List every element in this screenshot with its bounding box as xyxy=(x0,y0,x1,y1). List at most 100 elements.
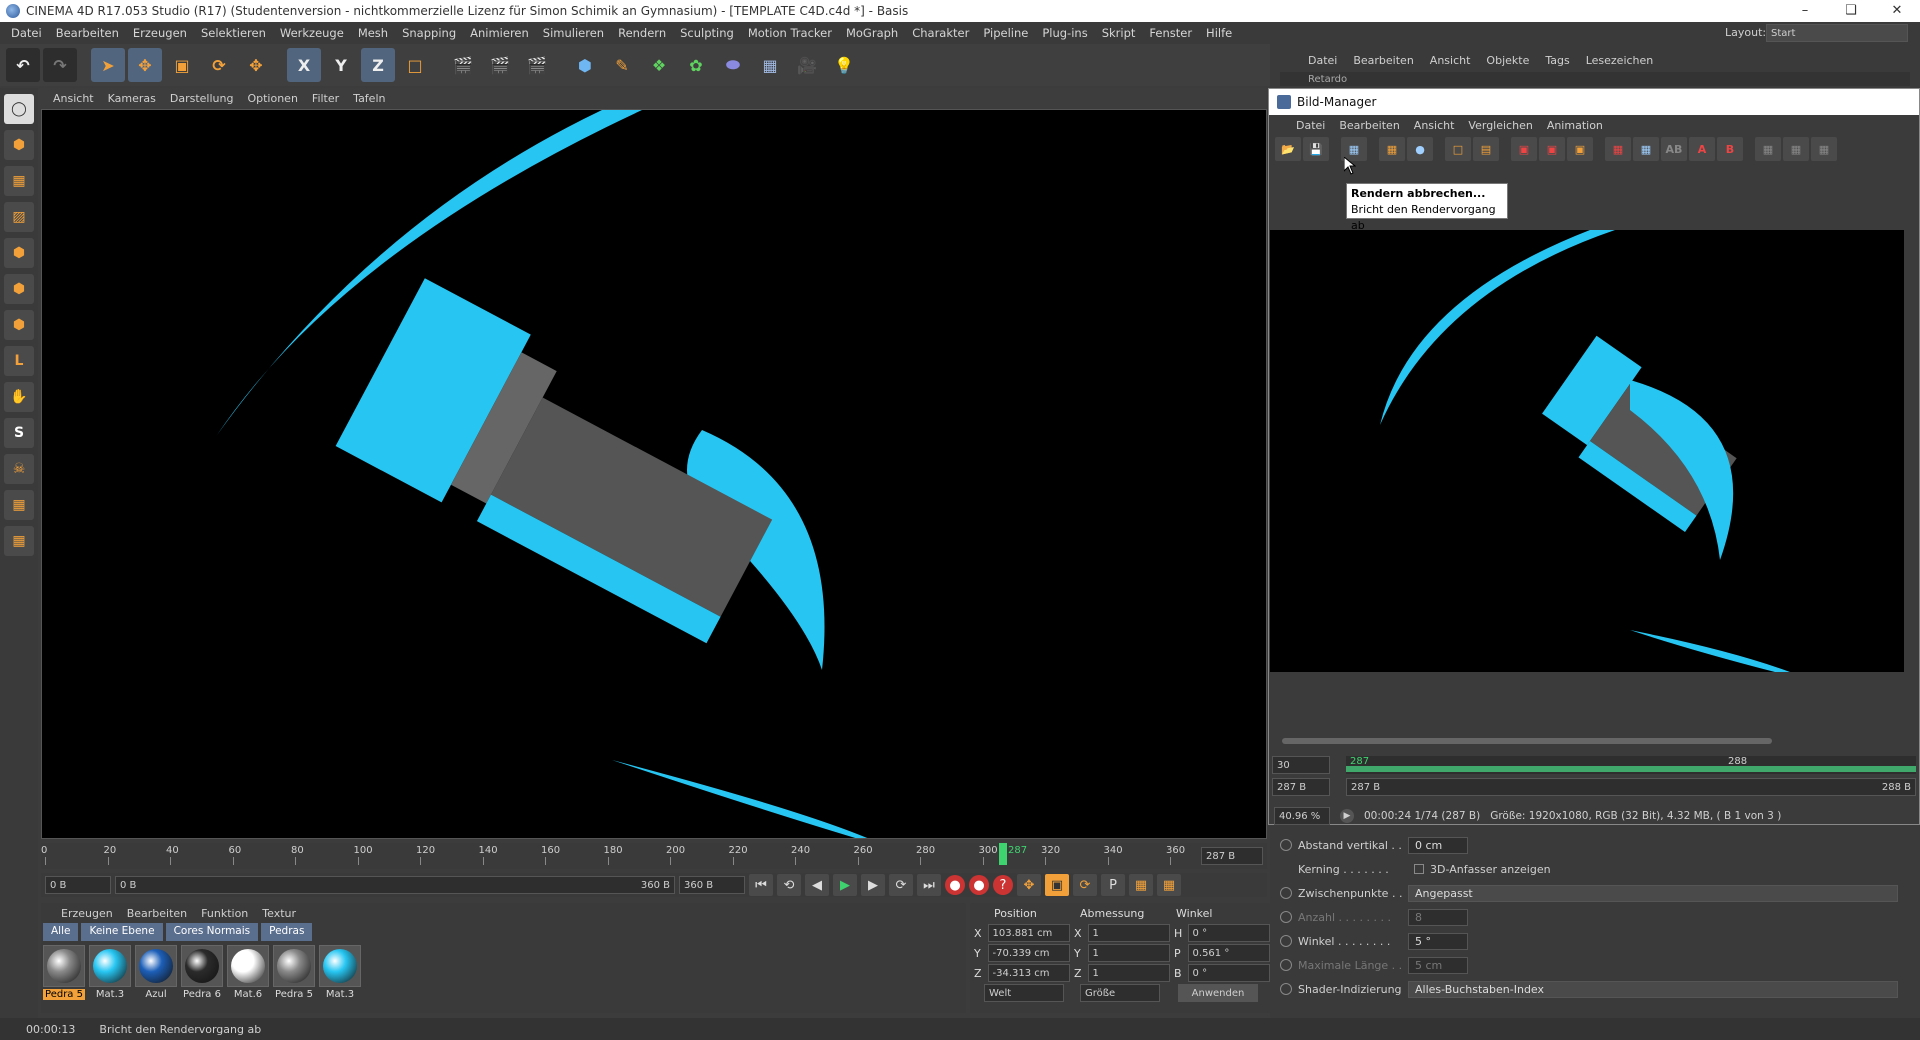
tweak-mode-icon[interactable]: ✋ xyxy=(4,382,34,412)
goto-start-icon[interactable]: ⏮ xyxy=(749,874,773,896)
key-pla-icon[interactable]: ▦ xyxy=(1129,874,1153,896)
coord-size-field[interactable]: 1 xyxy=(1087,944,1170,962)
menu-13[interactable]: Charakter xyxy=(905,26,976,40)
magnet-icon[interactable]: ☠ xyxy=(4,454,34,484)
bild-manager-menu-3[interactable]: Vergleichen xyxy=(1461,119,1539,132)
object-menu-5[interactable]: Lesezeichen xyxy=(1578,54,1662,67)
viewport-menu-1[interactable]: Kameras xyxy=(101,92,163,105)
key-scale-icon[interactable]: ▣ xyxy=(1045,874,1069,896)
prev-frame-icon[interactable]: ◀ xyxy=(805,874,829,896)
object-menu-2[interactable]: Ansicht xyxy=(1422,54,1479,67)
viewport[interactable] xyxy=(41,109,1267,839)
material-menu-3[interactable]: Textur xyxy=(262,907,296,920)
compare-ab-icon[interactable]: ▣ xyxy=(1567,137,1593,161)
prev-key-icon[interactable]: ⟲ xyxy=(777,874,801,896)
redo-icon[interactable]: ↷ xyxy=(43,48,77,82)
points-mode-icon[interactable]: ⬢ xyxy=(4,238,34,268)
open-icon[interactable]: 📂 xyxy=(1275,137,1301,161)
material-item[interactable]: Azul xyxy=(135,945,177,1000)
compare-b-icon[interactable]: ▣ xyxy=(1539,137,1565,161)
bild-manager-canvas[interactable] xyxy=(1270,230,1904,672)
set-b-icon[interactable]: B xyxy=(1717,137,1743,161)
checkbox-3d-anfasser[interactable] xyxy=(1414,864,1424,874)
radio-abstand-vertikal[interactable] xyxy=(1280,839,1292,851)
menu-8[interactable]: Simulieren xyxy=(536,26,611,40)
workplane-icon[interactable]: ▨ xyxy=(4,202,34,232)
rotate-icon[interactable]: ⟳ xyxy=(202,48,236,82)
fps-field[interactable]: 30 xyxy=(1272,756,1330,774)
viewport-menu-4[interactable]: Filter xyxy=(305,92,346,105)
menu-0[interactable]: Datei xyxy=(4,26,49,40)
coordinate-system-icon[interactable]: □ xyxy=(398,48,432,82)
render-view-icon[interactable]: ● xyxy=(1407,137,1433,161)
object-menu-1[interactable]: Bearbeiten xyxy=(1345,54,1421,67)
viewport-menu-0[interactable]: Ansicht xyxy=(46,92,101,105)
texture-mode-icon[interactable]: ▦ xyxy=(4,166,34,196)
bild-manager-menu-0[interactable]: Datei xyxy=(1289,119,1332,132)
snapping-icon[interactable]: S xyxy=(4,418,34,448)
material-item[interactable]: Pedra 5 xyxy=(43,945,85,1000)
ab-toggle-icon[interactable]: ▦ xyxy=(1633,137,1659,161)
frame-range[interactable]: 287 B 288 B xyxy=(1346,778,1916,796)
copy-icon[interactable]: □ xyxy=(1445,137,1471,161)
zoom-field[interactable]: 40.96 % xyxy=(1274,807,1330,825)
menu-4[interactable]: Werkzeuge xyxy=(273,26,351,40)
material-menu-0[interactable]: Erzeugen xyxy=(61,907,113,920)
move-icon[interactable]: ✥ xyxy=(128,48,162,82)
end-frame-field[interactable]: 360 B xyxy=(679,876,745,894)
menu-17[interactable]: Fenster xyxy=(1142,26,1199,40)
ab-split-icon[interactable]: ▦ xyxy=(1605,137,1631,161)
info-icon[interactable]: ▦ xyxy=(1811,137,1837,161)
goto-end-icon[interactable]: ⏭ xyxy=(917,874,941,896)
material-item[interactable]: Pedra 5 xyxy=(273,945,315,1000)
locked-workplane-icon[interactable]: ▦ xyxy=(4,526,34,556)
make-editable-icon[interactable]: ◯ xyxy=(4,94,34,124)
menu-3[interactable]: Selektieren xyxy=(194,26,273,40)
radio-zwischenpunkte[interactable] xyxy=(1280,887,1292,899)
field-anzahl[interactable]: 8 xyxy=(1408,908,1468,926)
key-parameter-icon[interactable]: P xyxy=(1101,874,1125,896)
start-frame-field[interactable]: 0 B xyxy=(45,876,111,894)
next-frame-icon[interactable]: ▶ xyxy=(861,874,885,896)
floor-icon[interactable]: ▦ xyxy=(753,48,787,82)
timeline-end-field[interactable]: 287 B xyxy=(1201,847,1263,865)
timeline-playhead[interactable] xyxy=(999,843,1007,865)
material-tab-0[interactable]: Alle xyxy=(43,923,79,941)
material-tab-1[interactable]: Keine Ebene xyxy=(81,923,163,941)
coord-angle-field[interactable]: 0 ° xyxy=(1187,924,1270,942)
camera-icon[interactable]: 🎥 xyxy=(790,48,824,82)
frame-range-slider[interactable]: 0 B 360 B xyxy=(115,876,675,894)
subdivision-icon[interactable]: ❖ xyxy=(642,48,676,82)
z-axis-lock-button[interactable]: Z xyxy=(361,48,395,82)
material-item[interactable]: Mat.3 xyxy=(319,945,361,1000)
menu-14[interactable]: Pipeline xyxy=(976,26,1035,40)
menu-5[interactable]: Mesh xyxy=(351,26,395,40)
field-maximale-laenge[interactable]: 5 cm xyxy=(1408,956,1468,974)
coord-size-select[interactable]: Größe xyxy=(1080,984,1160,1002)
bild-manager-menu-1[interactable]: Bearbeiten xyxy=(1332,119,1406,132)
menu-10[interactable]: Sculpting xyxy=(673,26,741,40)
material-tab-2[interactable]: Cores Normais xyxy=(165,923,259,941)
record-keyframe-icon[interactable]: ● xyxy=(945,875,965,895)
keyframe-selection-icon[interactable]: ? xyxy=(993,875,1013,895)
radio-maximale-laenge[interactable] xyxy=(1280,959,1292,971)
layers-icon[interactable]: ▤ xyxy=(1473,137,1499,161)
light-icon[interactable]: 💡 xyxy=(827,48,861,82)
select-arrow-icon[interactable]: ➤ xyxy=(91,48,125,82)
key-rotation-icon[interactable]: ⟳ xyxy=(1073,874,1097,896)
render-region-icon[interactable]: ▦ xyxy=(1379,137,1405,161)
menu-9[interactable]: Rendern xyxy=(611,26,673,40)
object-menu-4[interactable]: Tags xyxy=(1537,54,1577,67)
coord-size-field[interactable]: 1 xyxy=(1087,924,1170,942)
polygons-mode-icon[interactable]: ⬢ xyxy=(4,310,34,340)
ab-overlay-icon[interactable]: AB xyxy=(1661,137,1687,161)
save-icon[interactable]: 💾 xyxy=(1303,137,1329,161)
filter-icon[interactable]: ▦ xyxy=(1755,137,1781,161)
frame-field[interactable]: 287 B xyxy=(1272,778,1330,796)
coord-world-select[interactable]: Welt xyxy=(984,984,1064,1002)
material-menu-2[interactable]: Funktion xyxy=(201,907,248,920)
undo-icon[interactable]: ↶ xyxy=(6,48,40,82)
object-menu-3[interactable]: Objekte xyxy=(1478,54,1537,67)
object-menu-0[interactable]: Datei xyxy=(1300,54,1345,67)
apply-button[interactable]: Anwenden xyxy=(1178,984,1258,1002)
